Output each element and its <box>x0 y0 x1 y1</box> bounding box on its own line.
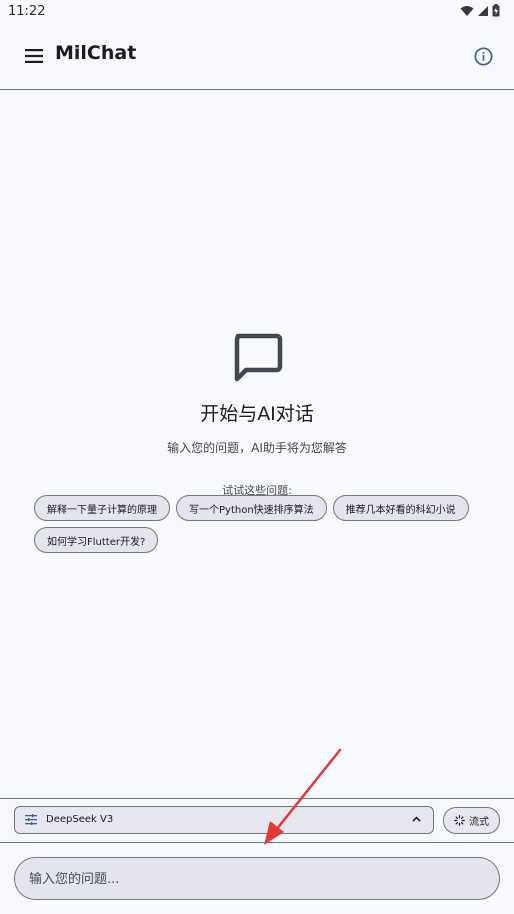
info-button[interactable] <box>468 41 498 71</box>
empty-state-subtitle: 输入您的问题，AI助手将为您解答 <box>167 441 347 455</box>
status-icons <box>460 4 500 17</box>
app-bar: MilChat <box>0 24 514 90</box>
empty-state-title: 开始与AI对话 <box>200 403 314 425</box>
stream-spinner-icon <box>454 815 465 826</box>
suggestion-chip-flutter[interactable]: 如何学习Flutter开发? <box>34 527 159 553</box>
wifi-icon <box>460 5 474 16</box>
divider <box>0 842 514 843</box>
menu-icon <box>25 49 43 63</box>
battery-charging-icon <box>492 4 500 17</box>
stream-toggle-button[interactable]: 流式 <box>443 807 500 834</box>
divider <box>0 798 514 799</box>
chevron-up-icon <box>412 816 421 822</box>
suggestion-chips: 解释一下量子计算的原理 写一个Python快速排序算法 推荐几本好看的科幻小说 … <box>34 495 494 553</box>
chat-bubble-icon <box>234 333 283 382</box>
app-title: MilChat <box>55 42 137 64</box>
tune-icon <box>25 814 37 825</box>
model-selector[interactable]: DeepSeek V3 <box>14 806 434 834</box>
signal-icon <box>478 5 488 16</box>
empty-state: 开始与AI对话 输入您的问题，AI助手将为您解答 试试这些问题: <box>0 330 514 498</box>
stream-toggle-label: 流式 <box>469 817 489 828</box>
status-bar: 11:22 <box>0 0 514 24</box>
message-input-container[interactable] <box>14 857 500 900</box>
info-icon <box>473 46 493 66</box>
suggestion-chip-quantum[interactable]: 解释一下量子计算的原理 <box>34 495 170 521</box>
message-input[interactable] <box>29 867 329 891</box>
status-time: 11:22 <box>8 4 46 19</box>
model-selector-label: DeepSeek V3 <box>46 814 114 825</box>
suggestion-chip-scifi[interactable]: 推荐几本好看的科幻小说 <box>332 495 469 521</box>
suggestion-chip-python[interactable]: 写一个Python快速排序算法 <box>176 495 327 521</box>
menu-button[interactable] <box>18 40 50 72</box>
